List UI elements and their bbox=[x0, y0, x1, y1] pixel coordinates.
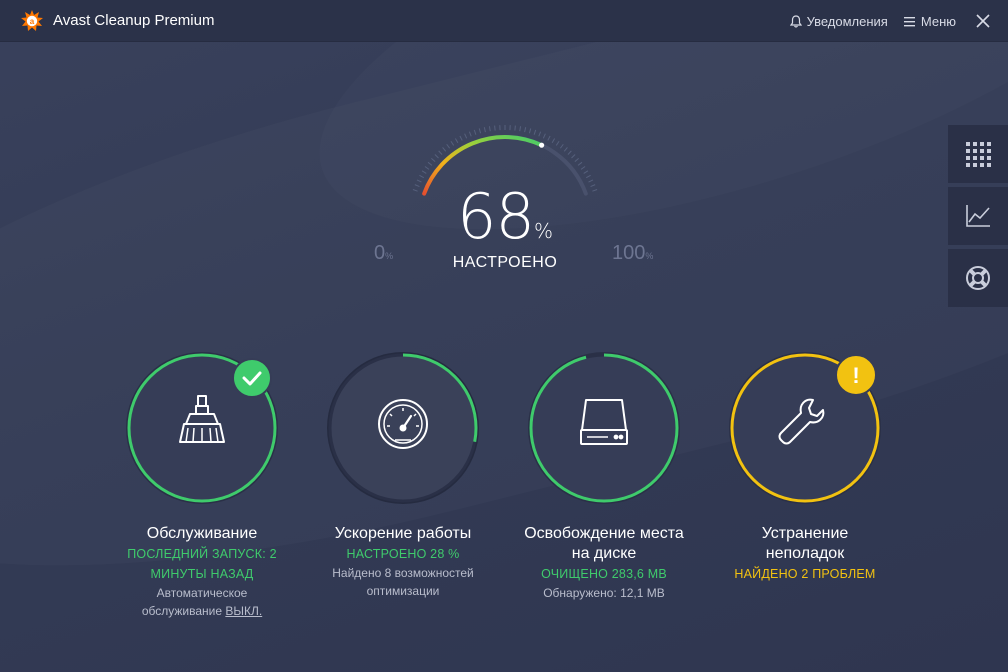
tile-speed-up-detail-2: оптимизации bbox=[366, 584, 440, 598]
side-statistics-button[interactable] bbox=[948, 187, 1008, 245]
app-title: Avast Cleanup Premium bbox=[53, 12, 215, 29]
menu-button[interactable]: Меню bbox=[903, 13, 956, 29]
gauge-tick bbox=[434, 154, 439, 159]
tile-maintenance-detail-2: обслуживание ВЫКЛ. bbox=[92, 602, 312, 620]
auto-maintenance-toggle-link[interactable]: ВЫКЛ. bbox=[225, 604, 262, 618]
gauge-percent-number: 68 bbox=[457, 180, 535, 253]
app-window: a Avast Cleanup Premium Уведомления Меню bbox=[0, 0, 1008, 672]
tile-speed-up-detail-1: Найдено 8 возможностей bbox=[332, 566, 474, 580]
gauge-tick bbox=[478, 128, 482, 134]
gauge-tick bbox=[454, 138, 459, 144]
avast-logo-icon: a bbox=[21, 10, 43, 31]
gauge-tick bbox=[459, 135, 463, 141]
check-badge-icon bbox=[232, 358, 272, 398]
gauge-tick bbox=[464, 133, 468, 139]
gauge-tick bbox=[514, 125, 516, 131]
tile-maintenance-status-2: МИНУТЫ НАЗАД bbox=[150, 567, 254, 581]
gauge-tick bbox=[519, 126, 522, 132]
gauge-min-value: 0 bbox=[374, 242, 386, 264]
tile-troubleshooting-label-1: Устранение bbox=[761, 525, 849, 542]
chart-icon bbox=[966, 205, 990, 227]
gauge-status: НАСТРОЕНО bbox=[452, 254, 558, 271]
gauge-tick bbox=[555, 140, 560, 146]
lifebuoy-icon bbox=[966, 266, 990, 290]
gauge-max-label: 100% bbox=[612, 242, 653, 265]
grid-icon bbox=[966, 142, 991, 167]
gauge-tick bbox=[567, 150, 572, 155]
tile-disk-cleanup-label-2: на диске bbox=[571, 545, 637, 562]
disk-cleanup-ring[interactable] bbox=[524, 348, 684, 508]
tile-speed-up-label: Ускорение работы bbox=[334, 525, 472, 542]
notifications-label: Уведомления bbox=[806, 13, 888, 29]
svg-text:a: a bbox=[30, 17, 35, 26]
tile-maintenance-label: Обслуживание bbox=[146, 525, 258, 542]
tile-disk-cleanup-label-1: Освобождение места bbox=[524, 525, 684, 542]
hamburger-icon bbox=[903, 16, 915, 26]
gauge-tick bbox=[547, 135, 551, 141]
tile-troubleshooting-status: НАЙДЕНО 2 ПРОБЛЕМ bbox=[734, 567, 876, 581]
gauge-value: 68% bbox=[400, 180, 610, 253]
tile-disk-cleanup-detail: Обнаружено: 12,1 MB bbox=[543, 586, 665, 600]
gauge-min-label: 0% bbox=[374, 242, 393, 265]
gauge-tick bbox=[585, 174, 591, 179]
gauge-min-unit: % bbox=[385, 251, 394, 261]
warning-badge-text: ! bbox=[852, 363, 859, 388]
gauge-tick bbox=[583, 170, 589, 174]
gauge-tick bbox=[488, 126, 491, 132]
gauge-tick bbox=[494, 125, 496, 131]
tile-maintenance-detail-text: обслуживание bbox=[141, 604, 223, 618]
gauge-tick bbox=[538, 131, 542, 137]
gauge-tick bbox=[571, 154, 576, 159]
gauge-tick bbox=[563, 147, 568, 152]
gauge-tick bbox=[524, 127, 527, 133]
gauge-tick bbox=[542, 133, 546, 139]
gauge-tick bbox=[577, 161, 583, 166]
gauge-tick bbox=[580, 166, 586, 170]
gauge-tick bbox=[442, 147, 447, 152]
gauge-tick bbox=[450, 140, 455, 146]
gauge-indicator-dot bbox=[539, 142, 545, 148]
gauge-tick bbox=[473, 129, 477, 135]
gauge-tick bbox=[431, 157, 436, 162]
tile-maintenance-detail-1: Автоматическое bbox=[156, 586, 248, 600]
tile-disk-cleanup-status: ОЧИЩЕНО 283,6 MB bbox=[541, 567, 667, 581]
close-icon[interactable] bbox=[976, 14, 990, 28]
gauge-percent-sign: % bbox=[533, 219, 553, 243]
gauge-max-unit: % bbox=[645, 251, 654, 261]
tile-speed-up-status: НАСТРОЕНО 28 % bbox=[346, 547, 460, 561]
gauge-tick bbox=[551, 138, 556, 144]
notifications-button[interactable]: Уведомления bbox=[789, 13, 888, 29]
gauge-tick bbox=[421, 170, 427, 174]
menu-label: Меню bbox=[920, 13, 956, 29]
gauge-tick bbox=[419, 174, 425, 179]
gauge-tick bbox=[574, 157, 579, 162]
speed-up-ring[interactable] bbox=[323, 348, 483, 508]
title-bar: a Avast Cleanup Premium Уведомления Меню bbox=[0, 0, 1008, 42]
side-dashboard-button[interactable] bbox=[948, 125, 1008, 183]
gauge-tick bbox=[438, 150, 443, 155]
gauge-tick bbox=[528, 128, 532, 134]
gauge-max-value: 100 bbox=[612, 242, 646, 264]
gauge-tick bbox=[533, 129, 537, 135]
bell-icon bbox=[789, 14, 802, 28]
side-help-button[interactable] bbox=[948, 249, 1008, 307]
tile-maintenance-status-1: ПОСЛЕДНИЙ ЗАПУСК: 2 bbox=[127, 547, 277, 561]
gauge-tick bbox=[483, 127, 486, 133]
warning-badge-icon: ! bbox=[835, 354, 877, 396]
gauge-tick bbox=[427, 161, 433, 166]
gauge-tick bbox=[446, 143, 451, 149]
gauge-tick bbox=[468, 131, 472, 137]
tile-troubleshooting-label-2: неполадок bbox=[765, 545, 845, 562]
gauge-tick bbox=[559, 143, 564, 149]
gauge-tick bbox=[424, 166, 430, 170]
